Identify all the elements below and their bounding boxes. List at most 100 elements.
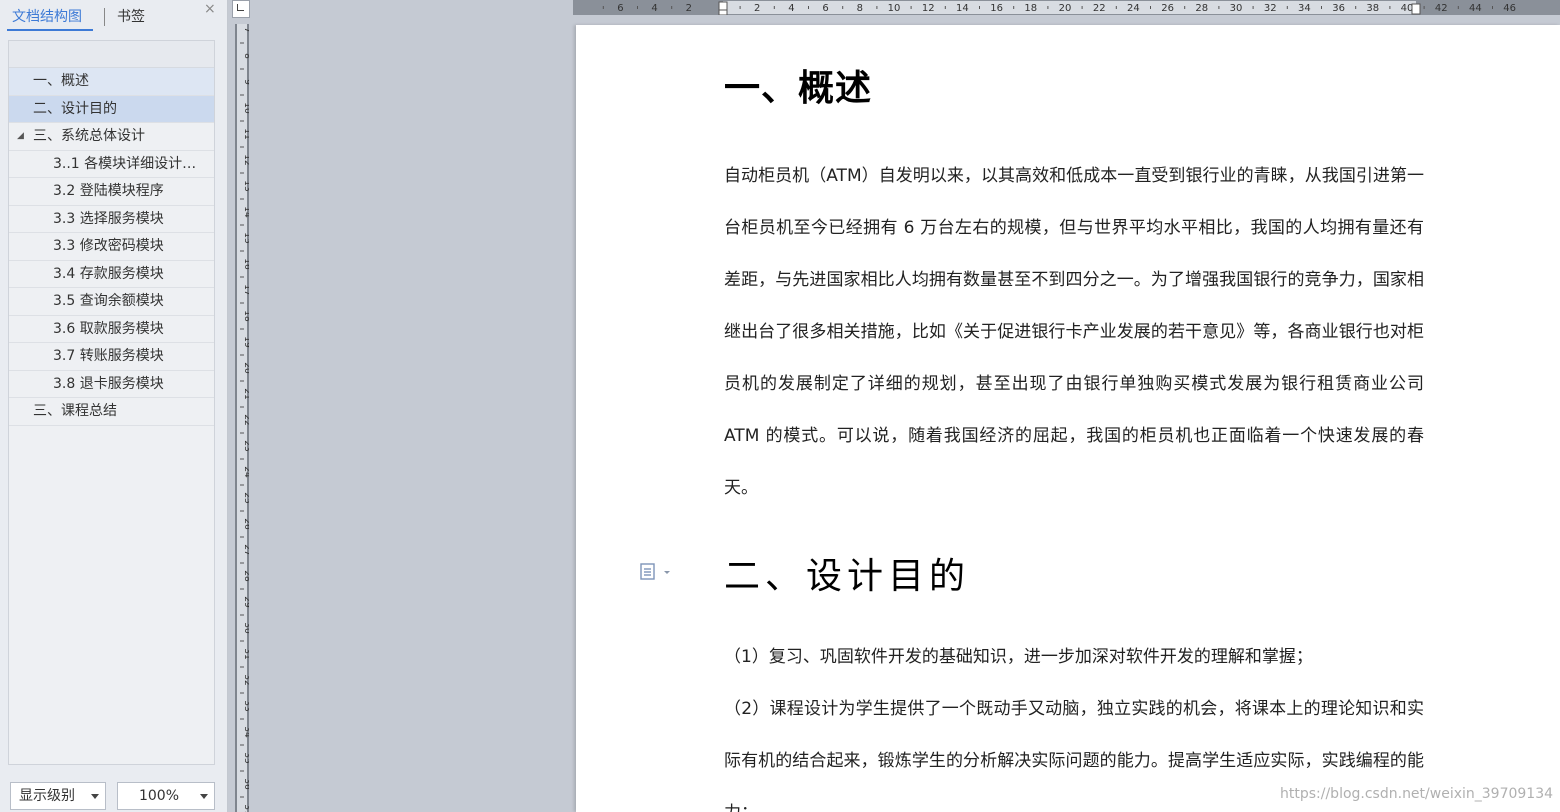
tab-bookmarks[interactable]: 书签: [117, 6, 145, 26]
outline-item-label: 一、概述: [33, 73, 89, 89]
hruler-label: 16: [990, 3, 1003, 14]
hruler-label: 26: [1161, 3, 1174, 14]
outline-item-withdraw[interactable]: 3.6 取款服务模块: [9, 316, 214, 343]
zoom-value: 100%: [138, 788, 180, 804]
tab-divider: [104, 8, 105, 26]
hruler-label: 40: [1401, 3, 1414, 14]
hruler-label: 4: [651, 3, 657, 14]
outline-item-label: 3.3 选择服务模块: [53, 210, 164, 227]
vruler-label: 10: [242, 102, 249, 114]
tab-stop-selector[interactable]: [232, 0, 250, 18]
vruler-label: 22: [242, 414, 249, 425]
outline-item-module-detail[interactable]: 3..1 各模块详细设计…: [9, 151, 214, 178]
hruler-label: 38: [1366, 3, 1379, 14]
tab-document-map[interactable]: 文档结构图: [12, 6, 82, 26]
outline-item-login-module[interactable]: 3.2 登陆模块程序: [9, 178, 214, 206]
hruler-label: 2: [754, 3, 760, 14]
vruler-label: 16: [242, 258, 249, 270]
vruler-label: 12: [242, 154, 249, 165]
outline-item-label: 三、系统总体设计: [33, 128, 145, 144]
hruler-label: 18: [1024, 3, 1037, 14]
hruler-label: 46: [1503, 3, 1516, 14]
vruler-label: 34: [242, 726, 249, 738]
outline-list: 一、概述 二、设计目的 ◢ 三、系统总体设计 3..1 各模块详细设计… 3.2 …: [9, 68, 214, 426]
paragraph-overview[interactable]: 自动柜员机（ATM）自发明以来，以其高效和低成本一直受到银行业的青睐，从我国引进…: [724, 150, 1424, 514]
outline-item-label: 3.4 存款服务模块: [53, 265, 164, 282]
outline-item-design-goals[interactable]: 二、设计目的: [9, 95, 214, 123]
vruler-label: 13: [242, 180, 249, 191]
hruler-label: 34: [1298, 3, 1311, 14]
hruler-label: 24: [1127, 3, 1140, 14]
hruler-label: 6: [617, 3, 623, 14]
vruler-label: 31: [242, 648, 249, 659]
outline-item-deposit[interactable]: 3.4 存款服务模块: [9, 261, 214, 288]
display-level-value: 显示级别: [19, 788, 75, 804]
zoom-dropdown[interactable]: 100%: [117, 782, 215, 810]
hruler-label: 8: [857, 3, 863, 14]
vruler-label: 26: [242, 518, 249, 530]
vertical-ruler[interactable]: 7 8 9 10 11 12 13 14 15 16 17 18 19 20 21 22 23 24 25 26 27 2…: [235, 24, 249, 812]
heading-overview[interactable]: 一、概述: [724, 59, 872, 111]
outline-item-label: 二、设计目的: [33, 100, 117, 117]
hruler-label: 4: [788, 3, 794, 14]
outline-item-label: 3..1 各模块详细设计…: [53, 155, 197, 172]
outline-item-label: 3.7 转账服务模块: [53, 348, 164, 364]
paragraph-goal-1[interactable]: （1）复习、巩固软件开发的基础知识，进一步加深对软件开发的理解和掌握；: [724, 631, 1424, 683]
vruler-label: 32: [242, 674, 249, 685]
vruler-label: 11: [242, 128, 249, 139]
outline-item-select-service[interactable]: 3.3 选择服务模块: [9, 206, 214, 233]
outline-item-label: 3.6 取款服务模块: [53, 320, 164, 337]
vruler-label: 28: [242, 570, 249, 582]
outline-header-strip: [9, 41, 214, 68]
hruler-label: 6: [822, 3, 828, 14]
heading-design-goals[interactable]: 二、设计目的: [724, 547, 970, 599]
navigation-pane: 文档结构图 书签 × 一、概述 二、设计目的 ◢ 三、系统总体设计 3..1 各模…: [0, 0, 228, 812]
close-icon[interactable]: ×: [204, 1, 216, 17]
outline-item-label: 3.2 登陆模块程序: [53, 183, 164, 199]
left-tab-icon: [237, 4, 244, 11]
watermark: https://blog.csdn.net/weixin_39709134: [1280, 786, 1554, 802]
vruler-label: 15: [242, 232, 249, 243]
vruler-label: 14: [242, 206, 249, 218]
left-indent-marker[interactable]: [718, 9, 728, 15]
outline-item-transfer[interactable]: 3.7 转账服务模块: [9, 343, 214, 371]
outline-item-label: 3.3 修改密码模块: [53, 238, 164, 254]
collapse-triangle-icon[interactable]: ◢: [17, 123, 24, 150]
right-indent-marker[interactable]: [1411, 3, 1421, 15]
display-level-dropdown[interactable]: 显示级别: [10, 782, 106, 810]
nav-footer: 显示级别 100%: [0, 772, 228, 812]
hruler-label: 20: [1059, 3, 1072, 14]
nav-tab-bar: 文档结构图 书签 ×: [0, 0, 228, 32]
vruler-label: 36: [242, 778, 249, 790]
document-outline: 一、概述 二、设计目的 ◢ 三、系统总体设计 3..1 各模块详细设计… 3.2 …: [8, 40, 215, 765]
vruler-label: 37: [242, 804, 249, 812]
hruler-label: 30: [1230, 3, 1243, 14]
hruler-label: 36: [1332, 3, 1345, 14]
active-tab-underline: [7, 29, 93, 31]
vruler-label: 8: [242, 53, 249, 59]
hruler-label: 44: [1469, 3, 1482, 14]
hruler-label: 10: [888, 3, 901, 14]
outline-item-change-password[interactable]: 3.3 修改密码模块: [9, 233, 214, 261]
vruler-label: 29: [242, 596, 249, 608]
vruler-label: 33: [242, 700, 249, 711]
vruler-label: 19: [242, 336, 249, 348]
vruler-label: 24: [242, 466, 249, 478]
outline-item-label: 三、课程总结: [33, 403, 117, 419]
paragraph-layout-icon[interactable]: [640, 562, 680, 582]
vruler-label: 18: [242, 310, 249, 322]
hruler-label: 28: [1195, 3, 1208, 14]
first-line-indent-marker[interactable]: [718, 1, 728, 11]
hruler-label: 42: [1435, 3, 1448, 14]
outline-item-system-design[interactable]: ◢ 三、系统总体设计: [9, 123, 214, 151]
outline-item-eject-card[interactable]: 3.8 退卡服务模块: [9, 371, 214, 398]
outline-item-label: 3.5 查询余额模块: [53, 293, 164, 309]
document-page[interactable]: 一、概述 自动柜员机（ATM）自发明以来，以其高效和低成本一直受到银行业的青睐，…: [576, 25, 1560, 812]
vruler-label: 9: [242, 79, 249, 85]
outline-item-summary[interactable]: 三、课程总结: [9, 398, 214, 426]
horizontal-ruler[interactable]: 6 4 2 2 4 6 8 10 12 14 16 18 20 22 24 26 28 30 32 34 36 38 40 4…: [573, 0, 1560, 15]
vruler-label: 21: [242, 388, 249, 399]
vruler-label: 20: [242, 362, 249, 374]
outline-item-balance[interactable]: 3.5 查询余额模块: [9, 288, 214, 316]
outline-item-overview[interactable]: 一、概述: [9, 68, 214, 96]
